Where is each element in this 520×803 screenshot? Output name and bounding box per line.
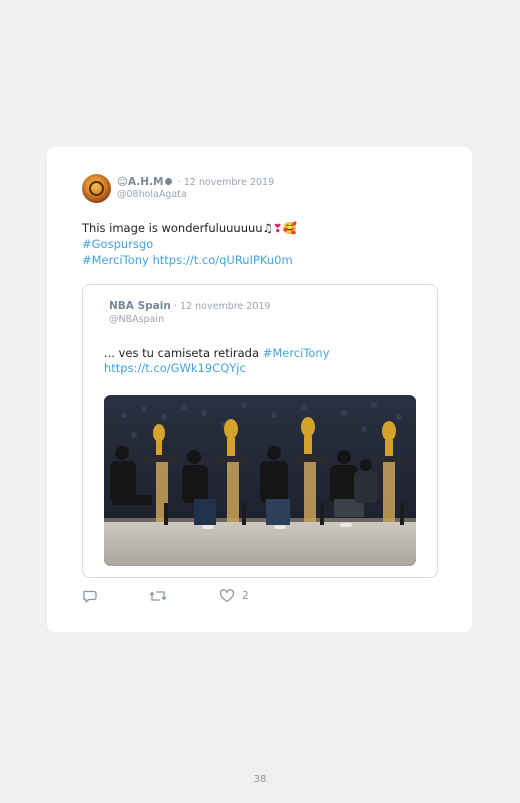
quoted-user-handle[interactable]: @NBAspain bbox=[109, 313, 270, 326]
user-handle[interactable]: @08holaAgata bbox=[117, 189, 274, 201]
retweet-icon bbox=[149, 591, 167, 601]
like-count: 2 bbox=[242, 590, 249, 602]
quoted-tweet[interactable]: NBA Spain · 12 novembre 2019 @NBAspain .… bbox=[82, 284, 438, 578]
hashtag-gospursgo[interactable]: #Gospursgo bbox=[82, 237, 153, 251]
photo-illustration bbox=[104, 395, 416, 566]
tweet-date[interactable]: · 12 novembre 2019 bbox=[178, 177, 274, 188]
quoted-tweet-link[interactable]: https://t.co/GWk19CQYjc bbox=[104, 361, 246, 375]
quoted-tweet-photo[interactable] bbox=[104, 395, 416, 566]
page-number: 38 bbox=[253, 774, 267, 785]
tweet-text-line1: This image is wonderfuluuuuuu♫❣🥰 bbox=[82, 220, 442, 236]
quoted-tweet-body: ... ves tu camiseta retirada bbox=[104, 346, 260, 360]
page: ☺A.H.M · 12 novembre 2019 @08holaAgata T… bbox=[0, 0, 520, 803]
tweet-link[interactable]: https://t.co/qURuIPKu0m bbox=[152, 253, 292, 267]
badge-icon bbox=[165, 178, 173, 185]
quoted-tweet-header: NBA Spain · 12 novembre 2019 @NBAspain bbox=[109, 300, 270, 326]
tweet-emojis: ❣🥰 bbox=[272, 221, 297, 235]
tweet-card[interactable]: ☺A.H.M · 12 novembre 2019 @08holaAgata T… bbox=[47, 147, 472, 632]
display-name[interactable]: ☺A.H.M bbox=[117, 176, 163, 188]
quoted-display-name[interactable]: NBA Spain bbox=[109, 300, 171, 312]
avatar-logo bbox=[89, 181, 104, 196]
like-button[interactable]: 2 bbox=[219, 587, 249, 605]
retweet-button[interactable] bbox=[149, 587, 167, 605]
tweet-text: This image is wonderfuluuuuuu♫❣🥰 #Gospur… bbox=[82, 220, 442, 268]
quoted-tweet-date[interactable]: · 12 novembre 2019 bbox=[174, 301, 270, 312]
avatar[interactable] bbox=[82, 174, 111, 203]
quoted-hashtag-mercitony[interactable]: #MerciTony bbox=[263, 346, 330, 360]
tweet-body: This image is wonderfuluuuuuu♫ bbox=[82, 221, 273, 235]
tweet-header: ☺A.H.M · 12 novembre 2019 @08holaAgata bbox=[117, 176, 274, 201]
heart-icon bbox=[219, 589, 235, 603]
reply-button[interactable] bbox=[82, 587, 98, 605]
quoted-tweet-text: ... ves tu camiseta retirada #MerciTony … bbox=[104, 346, 414, 376]
reply-icon bbox=[83, 590, 97, 603]
hashtag-mercitony[interactable]: #MerciTony bbox=[82, 253, 149, 267]
tweet-actions: 2 bbox=[82, 587, 382, 605]
